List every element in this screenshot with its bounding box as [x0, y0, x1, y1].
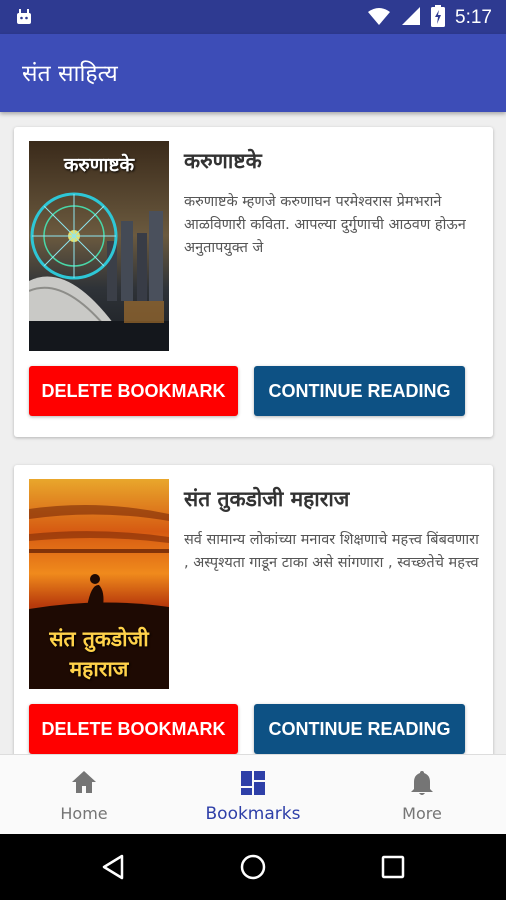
home-circle-icon[interactable] — [238, 852, 268, 882]
app-bar: संत साहित्य — [0, 34, 506, 112]
book-cover-image[interactable]: संत तुकडोजी महाराज — [29, 479, 169, 689]
bell-icon — [338, 769, 506, 797]
bottom-navigation: Home Bookmarks More — [0, 754, 506, 834]
system-navigation-bar — [0, 834, 506, 900]
book-cover-image[interactable]: करुणाष्टके — [29, 141, 169, 351]
delete-bookmark-button[interactable]: DELETE BOOKMARK — [29, 366, 238, 416]
book-title[interactable]: करुणाष्टके — [184, 147, 262, 175]
cover-title: संत तुकडोजी महाराज — [49, 627, 149, 681]
battery-icon — [431, 5, 446, 31]
book-description: करुणाष्टके म्हणजे करुणाघन परमेश्वरास प्र… — [184, 194, 466, 256]
continue-reading-button[interactable]: CONTINUE READING — [254, 704, 465, 754]
book-title[interactable]: संत तुकडोजी महाराज — [184, 485, 349, 513]
signal-icon — [401, 6, 421, 30]
bookmark-card[interactable]: संत तुकडोजी महाराज संत तुकडोजी महाराज सर… — [14, 465, 493, 754]
dashboard-icon — [169, 769, 337, 797]
back-icon[interactable] — [98, 852, 128, 882]
continue-reading-button[interactable]: CONTINUE READING — [254, 366, 465, 416]
nav-bookmarks[interactable]: Bookmarks — [169, 755, 337, 835]
bookmark-list[interactable]: करुणाष्टके करुणाष्टके करुणाष्टके म्हणजे … — [0, 112, 506, 754]
nav-more-label: More — [402, 804, 442, 823]
nav-home-label: Home — [60, 804, 108, 823]
recents-icon[interactable] — [378, 852, 408, 882]
wifi-icon — [367, 6, 391, 30]
delete-bookmark-button[interactable]: DELETE BOOKMARK — [29, 704, 238, 754]
book-description: सर्व सामान्य लोकांच्या मनावर शिक्षणाचे म… — [184, 532, 479, 571]
status-bar: 5:17 — [0, 0, 506, 34]
home-icon — [0, 769, 168, 797]
status-time: 5:17 — [455, 7, 492, 28]
nav-bookmarks-label: Bookmarks — [205, 804, 301, 824]
nav-home[interactable]: Home — [0, 755, 168, 835]
nav-more[interactable]: More — [338, 755, 506, 835]
bookmark-card[interactable]: करुणाष्टके करुणाष्टके करुणाष्टके म्हणजे … — [14, 127, 493, 437]
android-icon — [14, 7, 34, 31]
cover-title: करुणाष्टके — [63, 154, 135, 176]
app-title: संत साहित्य — [22, 61, 118, 87]
